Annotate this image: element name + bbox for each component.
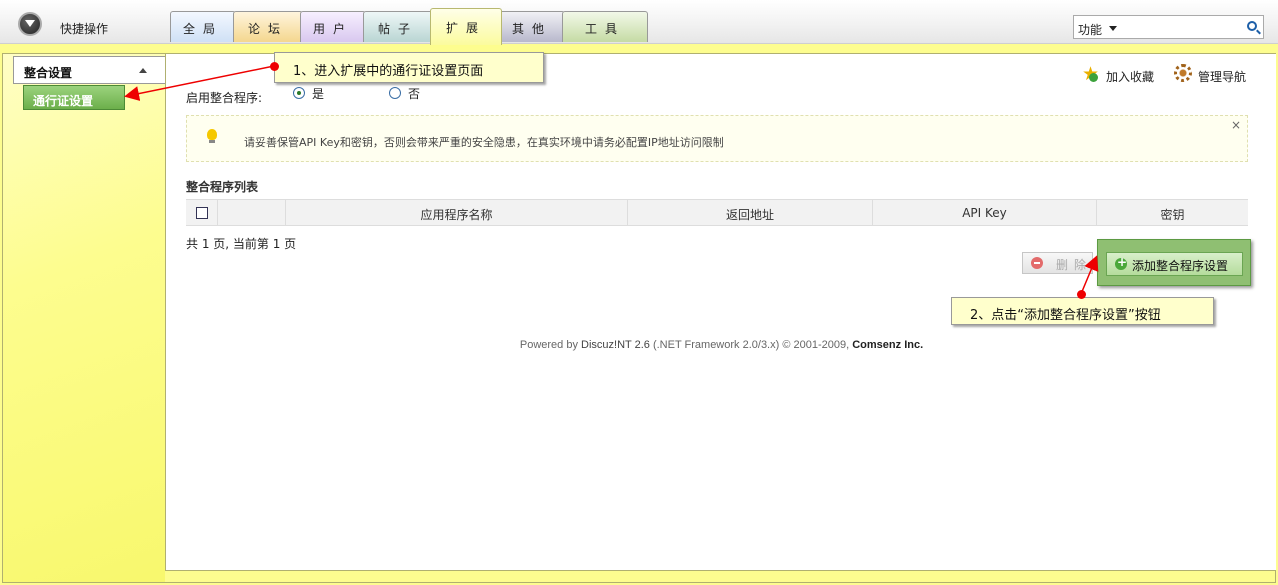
footer-product[interactable]: Discuz!NT 2.6: [581, 339, 650, 351]
add-integration-button-label: 添加整合程序设置: [1132, 259, 1229, 273]
select-all-checkbox[interactable]: [195, 207, 208, 219]
step1-callout-text: 1、进入扩展中的通行证设置页面: [293, 64, 484, 79]
sidebar-item-label: 通行证设置: [33, 94, 94, 108]
ship-wheel-icon: [1174, 64, 1192, 82]
tab-forum[interactable]: 论坛: [233, 11, 303, 42]
quick-ops-icon[interactable]: [18, 12, 42, 36]
column-header-blank: [218, 200, 286, 226]
footer-copyright: © 2001-2009,: [782, 339, 850, 351]
tab-global[interactable]: 全局: [170, 11, 236, 42]
enable-no-radio[interactable]: [389, 87, 401, 99]
footer-framework: (.NET Framework 2.0/3.x): [652, 339, 780, 351]
lightbulb-icon: [207, 129, 217, 143]
sidebar-section-header[interactable]: 整合设置: [13, 56, 165, 84]
tab-tools[interactable]: 工具: [562, 11, 648, 42]
sidebar-item-passport-settings[interactable]: 通行证设置: [23, 85, 125, 110]
delete-icon: [1031, 257, 1043, 269]
security-notice: 请妥善保管API Key和密钥，否则会带来严重的安全隐患，在真实环境中请务必配置…: [186, 115, 1248, 162]
delete-button-label: 删除: [1056, 258, 1093, 272]
add-favorite-label: 加入收藏: [1106, 70, 1155, 84]
sidebar: 整合设置 通行证设置: [3, 54, 165, 582]
function-select[interactable]: 功能: [1073, 15, 1264, 39]
step2-callout: 2、点击“添加整合程序设置”按钮: [951, 297, 1214, 325]
enable-yes-label[interactable]: 是: [312, 85, 324, 102]
manage-nav-label: 管理导航: [1198, 70, 1247, 84]
footer-powered: Powered by: [519, 339, 578, 351]
add-icon: [1115, 255, 1127, 270]
chevron-down-icon[interactable]: [1109, 26, 1117, 31]
collapse-up-icon[interactable]: [139, 68, 147, 73]
top-bar: 快捷操作 全局 论坛 用户 帖子 扩展 其他 工具 功能: [0, 0, 1278, 45]
integration-table-header: 应用程序名称 返回地址 API Key 密钥: [186, 199, 1248, 226]
close-icon[interactable]: ×: [1231, 118, 1241, 132]
function-select-value: 功能: [1078, 23, 1103, 37]
step1-dot: [270, 62, 279, 71]
column-header-secret: 密钥: [1160, 208, 1185, 222]
enable-yes-radio[interactable]: [293, 87, 305, 99]
step2-dot: [1077, 290, 1086, 299]
pager-text: 共 1 页, 当前第 1 页: [186, 237, 297, 251]
add-integration-button[interactable]: 添加整合程序设置: [1106, 252, 1243, 276]
security-notice-text: 请妥善保管API Key和密钥，否则会带来严重的安全隐患，在真实环境中请务必配置…: [244, 136, 724, 149]
tab-extensions[interactable]: 扩展: [430, 8, 502, 45]
quick-ops-label[interactable]: 快捷操作: [60, 20, 108, 37]
tab-posts[interactable]: 帖子: [363, 11, 433, 42]
footer: Powered by Discuz!NT 2.6 (.NET Framework…: [166, 339, 1277, 351]
select-all-cell: [186, 200, 218, 226]
enable-no-label[interactable]: 否: [408, 85, 420, 102]
search-icon[interactable]: [1247, 21, 1257, 31]
sidebar-section-title: 整合设置: [24, 66, 73, 80]
tab-users[interactable]: 用户: [300, 11, 366, 42]
column-header-api-key: API Key: [873, 200, 1097, 226]
step1-callout: 1、进入扩展中的通行证设置页面: [274, 52, 544, 83]
footer-company[interactable]: Comsenz Inc.: [852, 339, 923, 351]
favorite-star-icon: ★: [1082, 64, 1102, 84]
column-header-app-name: 应用程序名称: [286, 200, 628, 226]
column-header-return-url: 返回地址: [628, 200, 873, 226]
integration-list-title: 整合程序列表: [186, 180, 259, 194]
delete-button[interactable]: 删除: [1022, 252, 1093, 274]
step2-callout-text: 2、点击“添加整合程序设置”按钮: [970, 308, 1161, 323]
enable-integration-label: 启用整合程序:: [186, 91, 263, 105]
